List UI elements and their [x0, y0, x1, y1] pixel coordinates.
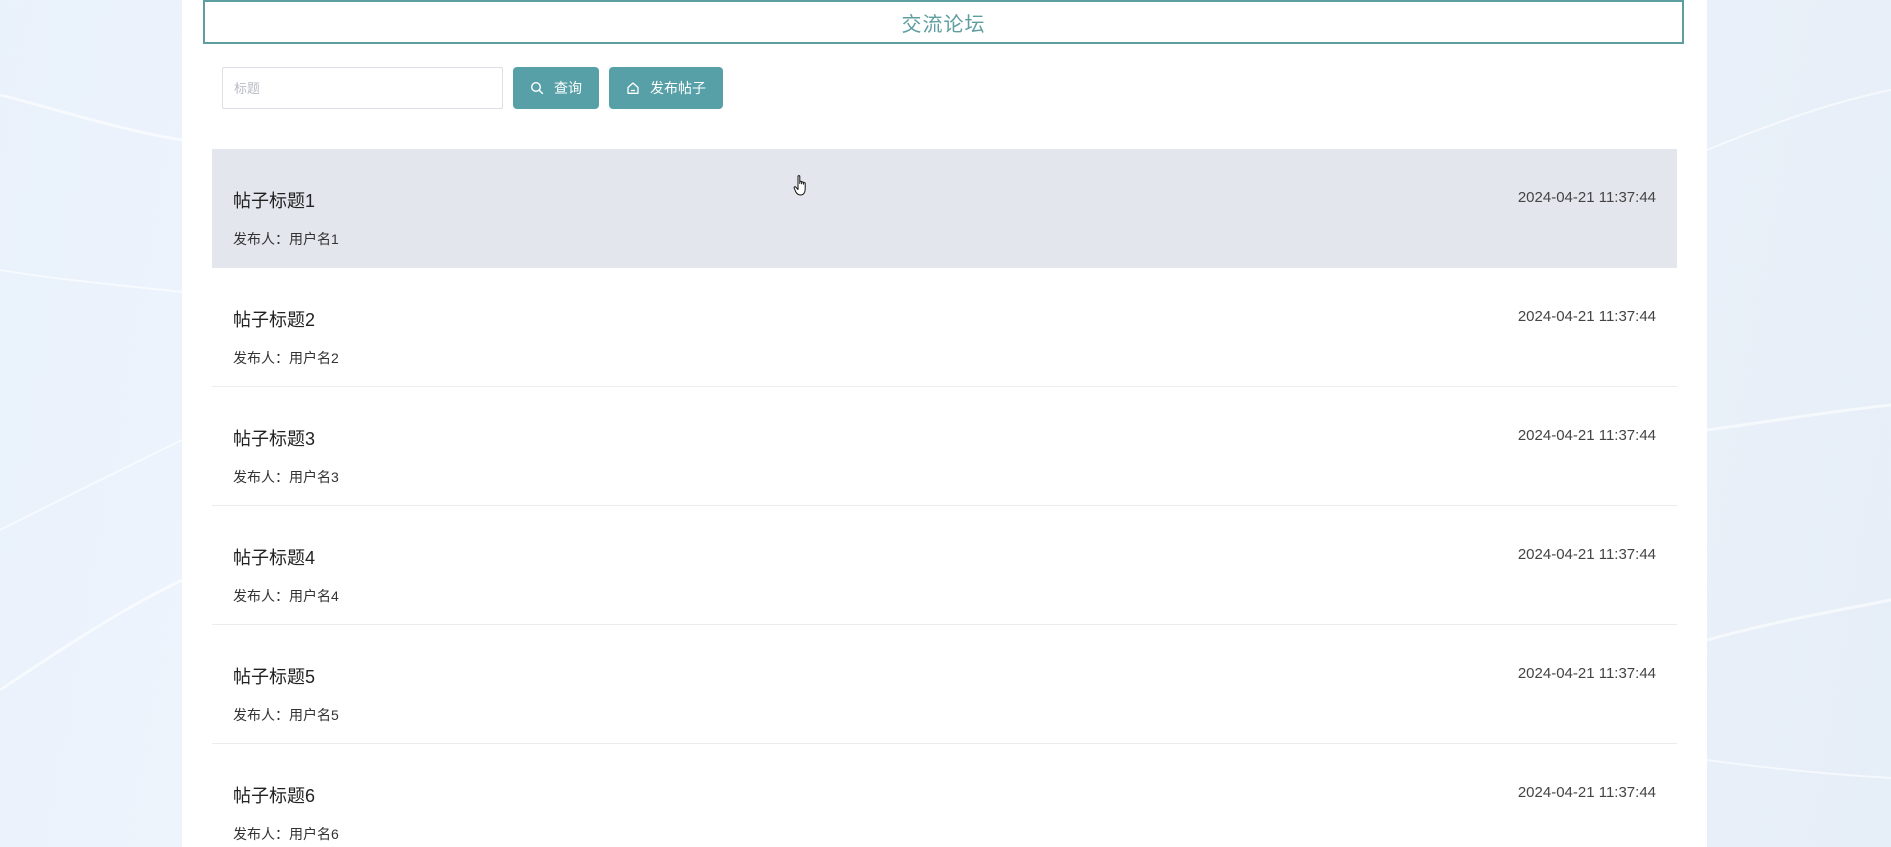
post-title: 帖子标题1 — [233, 191, 316, 211]
home-icon — [626, 81, 640, 95]
post-item[interactable]: 帖子标题6 发布人：用户名6 2024-04-21 11:37:44 — [212, 744, 1677, 847]
post-time: 2024-04-21 11:37:44 — [1517, 427, 1656, 444]
post-title: 帖子标题6 — [233, 786, 316, 806]
post-time: 2024-04-21 11:37:44 — [1517, 784, 1656, 801]
post-author-prefix: 发布人： — [233, 350, 289, 366]
post-author: 发布人：用户名4 — [233, 586, 339, 606]
post-author-prefix: 发布人： — [233, 469, 289, 485]
post-title: 帖子标题5 — [233, 667, 316, 687]
title-search-input[interactable] — [222, 67, 503, 109]
post-item[interactable]: 帖子标题1 发布人：用户名1 2024-04-21 11:37:44 — [212, 149, 1677, 268]
post-title: 帖子标题4 — [233, 548, 316, 568]
post-author-name: 用户名3 — [289, 469, 339, 485]
post-item[interactable]: 帖子标题3 发布人：用户名3 2024-04-21 11:37:44 — [212, 387, 1677, 506]
post-author-name: 用户名1 — [289, 231, 339, 247]
post-author: 发布人：用户名1 — [233, 229, 339, 249]
query-button[interactable]: 查询 — [513, 67, 599, 109]
post-author: 发布人：用户名2 — [233, 348, 339, 368]
post-author-prefix: 发布人： — [233, 231, 289, 247]
post-author-name: 用户名2 — [289, 350, 339, 366]
post-time: 2024-04-21 11:37:44 — [1517, 546, 1656, 563]
post-list: 帖子标题1 发布人：用户名1 2024-04-21 11:37:44 帖子标题2… — [212, 149, 1677, 847]
post-title: 帖子标题3 — [233, 429, 316, 449]
post-author-name: 用户名5 — [289, 707, 339, 723]
page-title-bar: 交流论坛 — [203, 0, 1684, 44]
post-item[interactable]: 帖子标题2 发布人：用户名2 2024-04-21 11:37:44 — [212, 268, 1677, 387]
page-title: 交流论坛 — [901, 13, 986, 36]
post-author-name: 用户名6 — [289, 826, 339, 842]
search-icon — [530, 81, 544, 95]
post-item[interactable]: 帖子标题4 发布人：用户名4 2024-04-21 11:37:44 — [212, 506, 1677, 625]
post-time: 2024-04-21 11:37:44 — [1517, 189, 1656, 206]
post-author: 发布人：用户名3 — [233, 467, 339, 487]
query-button-label: 查询 — [554, 80, 582, 96]
post-author-prefix: 发布人： — [233, 588, 289, 604]
post-author: 发布人：用户名5 — [233, 705, 339, 725]
post-author: 发布人：用户名6 — [233, 824, 339, 844]
post-title: 帖子标题2 — [233, 310, 316, 330]
post-time: 2024-04-21 11:37:44 — [1517, 665, 1656, 682]
post-time: 2024-04-21 11:37:44 — [1517, 308, 1656, 325]
publish-post-button[interactable]: 发布帖子 — [609, 67, 723, 109]
post-item[interactable]: 帖子标题5 发布人：用户名5 2024-04-21 11:37:44 — [212, 625, 1677, 744]
post-author-prefix: 发布人： — [233, 707, 289, 723]
post-author-prefix: 发布人： — [233, 826, 289, 842]
post-author-name: 用户名4 — [289, 588, 339, 604]
publish-post-button-label: 发布帖子 — [650, 80, 706, 96]
